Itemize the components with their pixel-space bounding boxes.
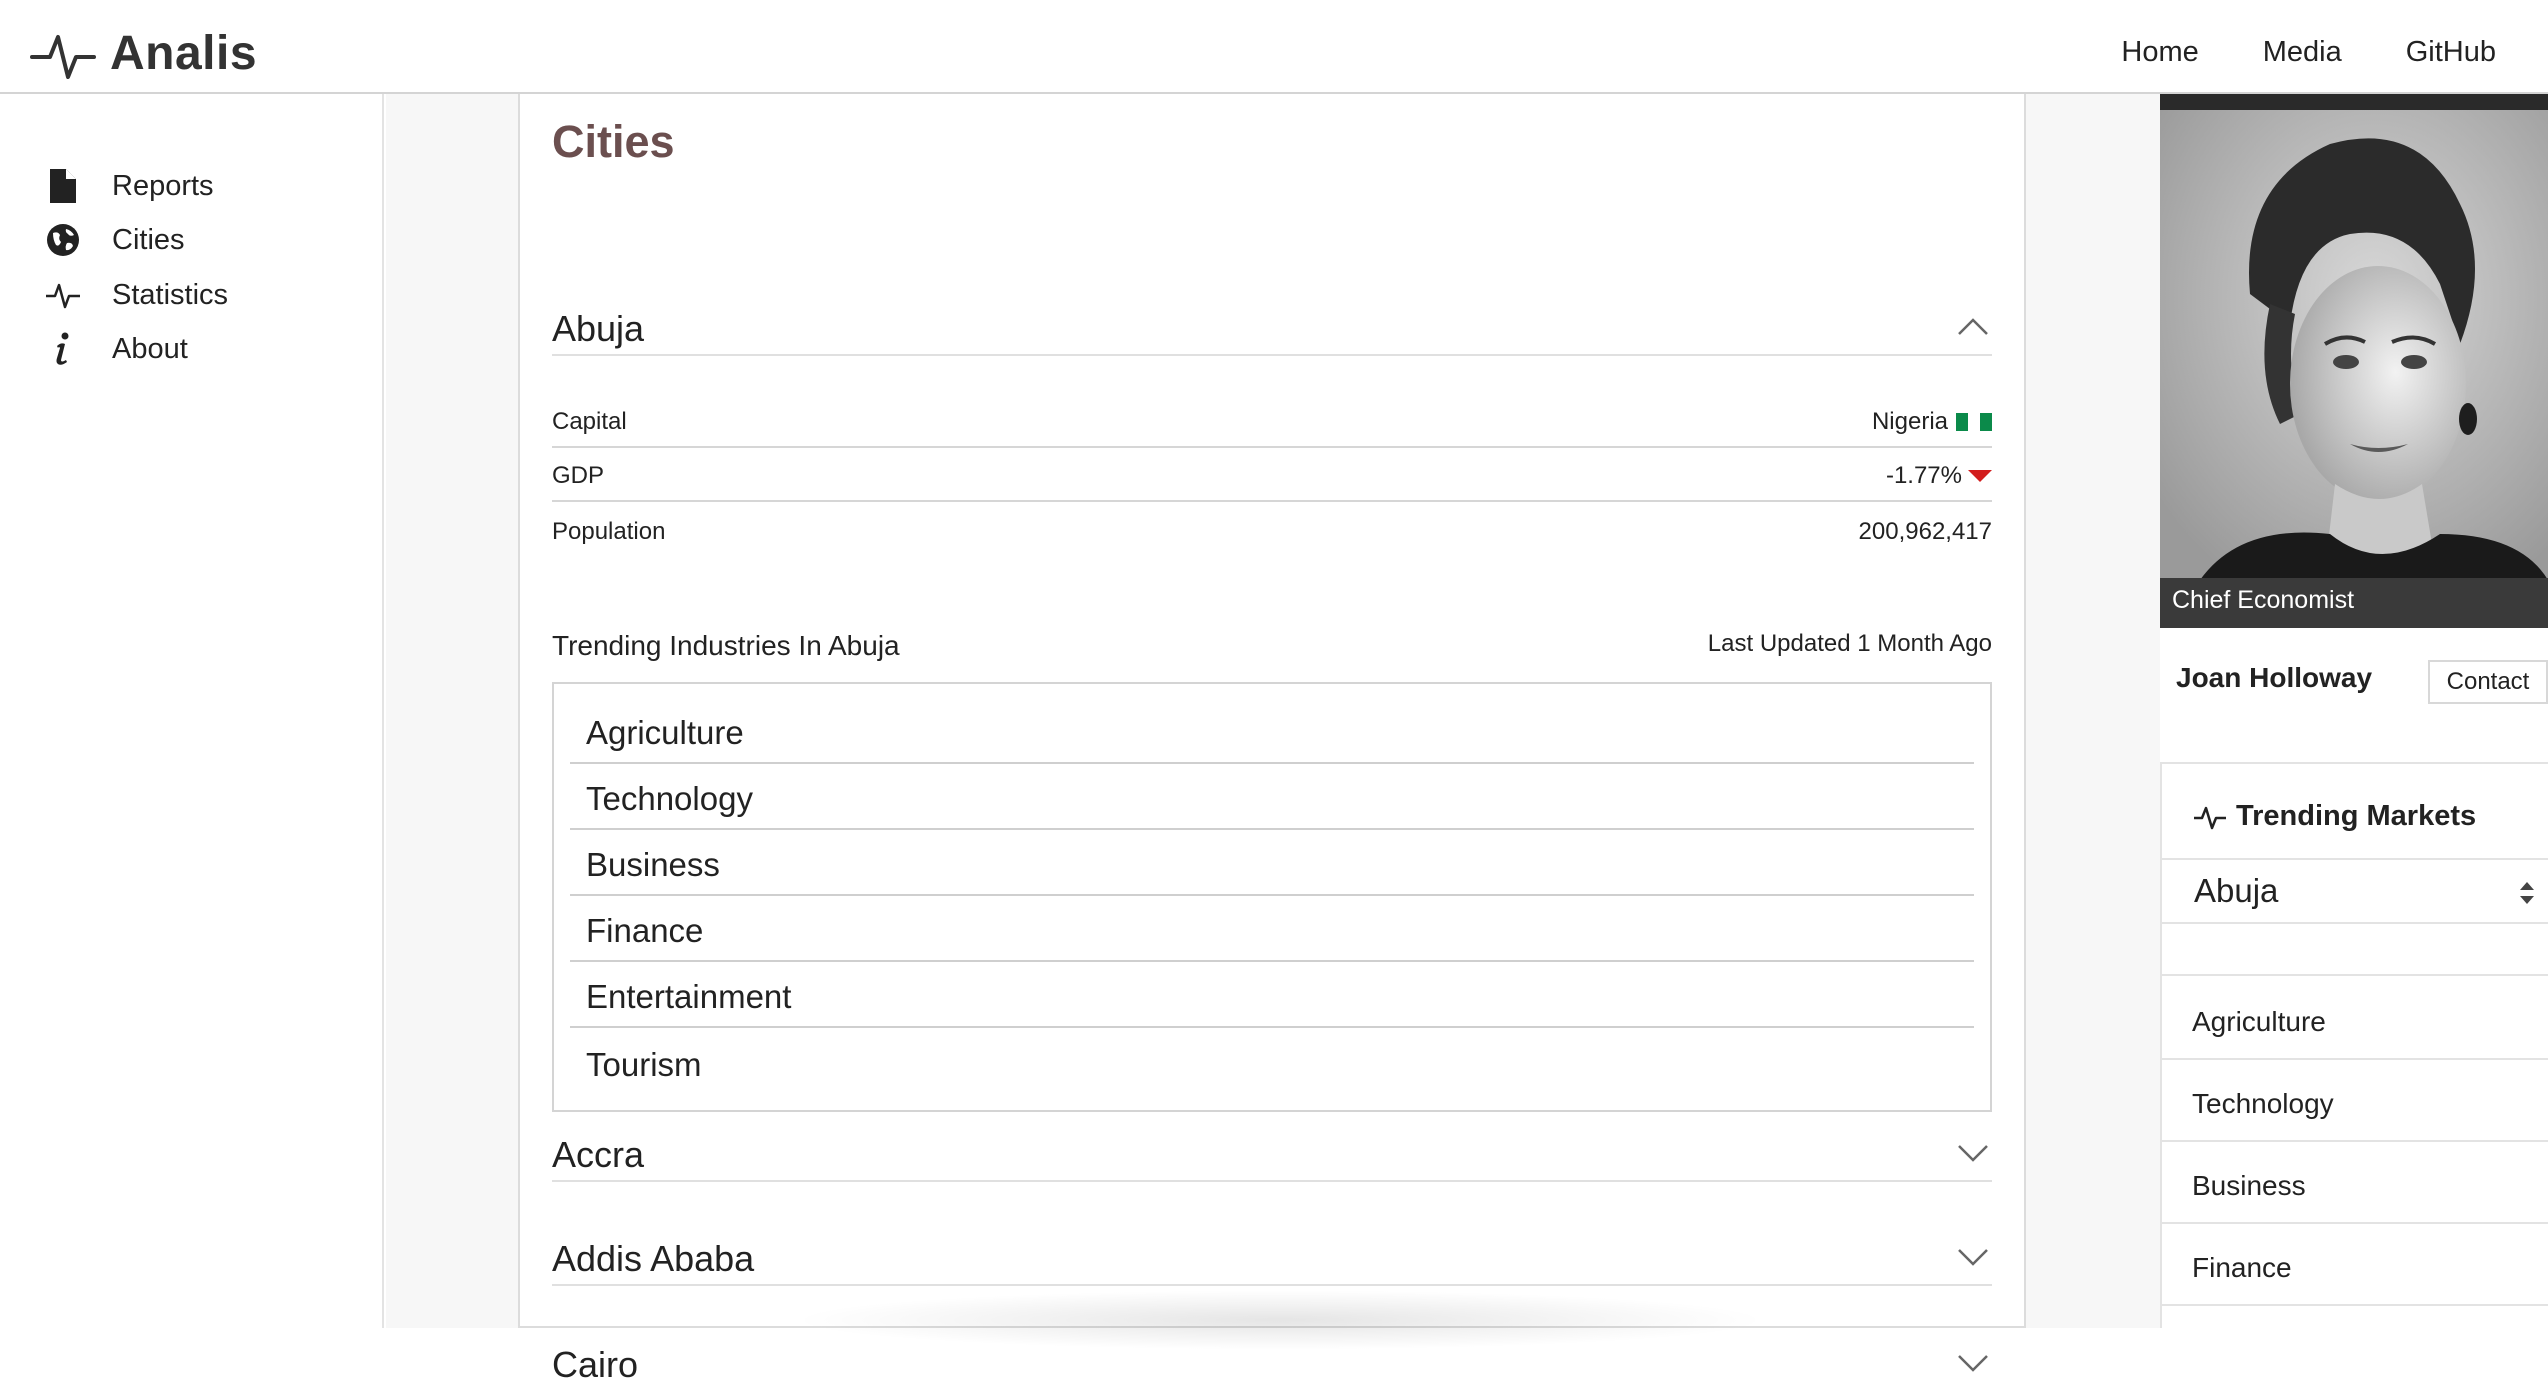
contact-button[interactable]: Contact [2428,660,2548,704]
industry-label: Technology [586,780,753,817]
chevron-down-icon[interactable] [1956,1240,1990,1274]
floating-shadow [790,1290,1770,1350]
detail-key: Population [552,518,666,545]
detail-row-gdp: GDP -1.77% [552,448,1992,502]
file-icon [44,167,82,205]
industry-label: Business [586,846,720,883]
industry-label: Tourism [586,1046,702,1083]
industries-list: Agriculture Technology Business Finance … [552,682,1992,1112]
photo-caption: Chief Economist [2160,578,2548,628]
sidebar-item-about[interactable]: About [44,324,188,374]
industry-label: Entertainment [586,978,792,1015]
market-label: Agriculture [2192,1006,2326,1037]
globe-icon [44,221,82,259]
spacer-row [2162,926,2548,976]
market-item[interactable]: Agriculture [2162,978,2548,1060]
nav-media-link[interactable]: Media [2263,36,2342,69]
brand-name: Analis [110,27,258,80]
detail-value: Nigeria [1872,408,1992,436]
sidebar-item-label: Reports [112,169,214,202]
list-item[interactable]: Agriculture [570,698,1974,764]
list-item[interactable]: Technology [570,764,1974,830]
trend-down-icon [1968,470,1992,482]
top-nav-links: Home Media GitHub [2057,36,2496,69]
profile-photo [2160,94,2548,628]
detail-value: -1.77% [1886,462,1992,490]
detail-row-population: Population 200,962,417 [552,502,1992,556]
nav-github-link[interactable]: GitHub [2406,36,2496,69]
accordion-header-accra[interactable]: Accra [552,1122,1992,1182]
market-label: Technology [2192,1088,2334,1119]
trending-markets-header: Trending Markets [2192,800,2476,833]
person-name: Joan Holloway [2176,662,2373,693]
info-icon [44,330,82,368]
industry-label: Finance [586,912,704,949]
accordion-header-abuja[interactable]: Abuja [552,296,1992,356]
market-item[interactable]: Technology [2162,1060,2548,1142]
city-name: Addis Ababa [552,1238,755,1279]
trending-industries-title: Trending Industries In Abuja [552,630,900,661]
page-title: Cities [552,116,675,167]
city-name: Abuja [552,308,645,349]
chevron-up-icon[interactable] [1956,310,1990,344]
industry-label: Agriculture [586,714,744,751]
city-select[interactable]: Abuja [2162,858,2548,924]
last-updated-text: Last Updated 1 Month Ago [1707,630,1992,657]
city-name: Cairo [552,1344,639,1385]
city-name: Accra [552,1134,645,1175]
detail-key: Capital [552,408,627,435]
list-item[interactable]: Finance [570,896,1974,962]
market-label: Business [2192,1170,2306,1201]
list-item[interactable]: Tourism [570,1028,1974,1094]
trending-markets-panel: Trending Markets Abuja Agriculture Techn… [2160,762,2548,1328]
job-title: Chief Economist [2172,586,2355,614]
sidebar-item-label: Statistics [112,278,229,311]
market-label: Finance [2192,1252,2292,1283]
select-arrows-icon [2520,882,2534,904]
pulse-icon [2194,806,2226,829]
gdp-value: -1.77% [1885,462,1962,489]
top-navbar: Analis Home Media GitHub [0,0,2548,94]
sidebar: Reports Cities Statistics About [0,94,384,1328]
pulse-icon [44,276,82,314]
trending-markets-title: Trending Markets [2236,800,2477,832]
sidebar-item-cities[interactable]: Cities [44,215,185,265]
list-item[interactable]: Business [570,830,1974,896]
accordion-header-addis-ababa[interactable]: Addis Ababa [552,1226,1992,1286]
sidebar-item-reports[interactable]: Reports [44,161,214,211]
detail-key: GDP [552,462,605,489]
nav-home-link[interactable]: Home [2121,36,2198,69]
chevron-down-icon[interactable] [1956,1136,1990,1170]
pulse-logo-icon [30,34,96,79]
nigeria-flag-icon [1956,413,1992,431]
market-item[interactable]: Finance [2162,1224,2548,1306]
country-name: Nigeria [1871,408,1948,435]
sidebar-item-label: About [112,332,188,365]
cities-card: Cities Abuja Capital Nigeria GDP -1.77% … [518,94,2026,1385]
detail-row-capital: Capital Nigeria [552,394,1992,448]
sidebar-item-statistics[interactable]: Statistics [44,270,228,320]
selected-city: Abuja [2194,872,2279,909]
sidebar-item-label: Cities [112,223,185,256]
right-column: Chief Economist Joan Holloway Contact Tr… [2160,94,2548,1328]
brand[interactable]: Analis [30,26,257,81]
list-item[interactable]: Entertainment [570,962,1974,1028]
detail-value: 200,962,417 [1858,518,1992,545]
market-item[interactable]: Business [2162,1142,2548,1224]
chevron-down-icon[interactable] [1956,1346,1990,1380]
